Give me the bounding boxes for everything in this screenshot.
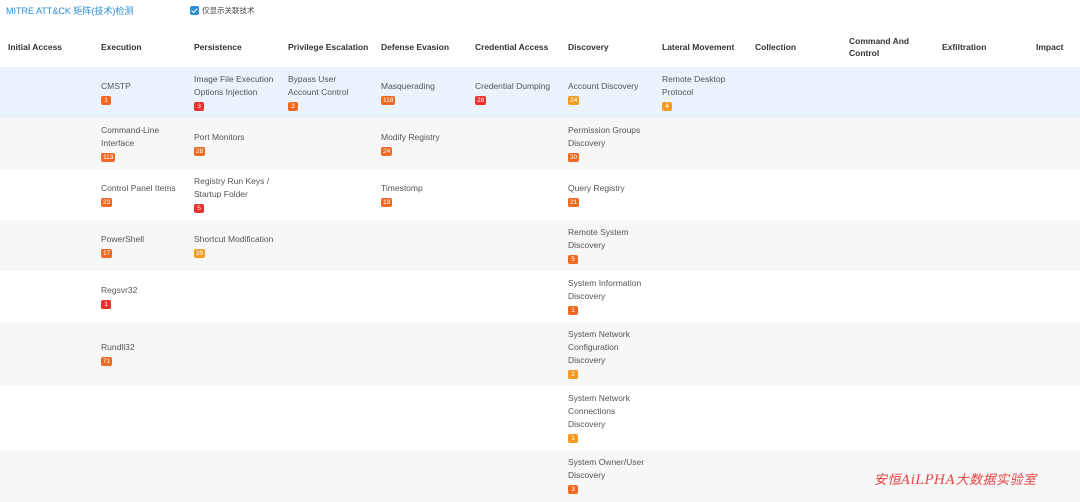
technique-name: Registry Run Keys / Startup Folder [194, 176, 270, 199]
technique-cell-cmstp[interactable]: CMSTP 1 [101, 80, 186, 106]
technique-cell-bypass-uac[interactable]: Bypass User Account Control 2 [288, 73, 358, 112]
technique-name: Regsvr32 [101, 285, 138, 295]
technique-name: Control Panel Items [101, 183, 176, 193]
technique-cell-port-monitors[interactable]: Port Monitors 28 [194, 131, 282, 157]
technique-cell-powershell[interactable]: PowerShell 17 [101, 233, 186, 259]
col-impact: Impact [1036, 42, 1064, 52]
col-exfiltration: Exfiltration [942, 42, 987, 52]
technique-count-badge: 17 [101, 249, 113, 258]
technique-name: Shortcut Modification [194, 234, 274, 244]
technique-cell-timestomp[interactable]: Timestomp 19 [381, 182, 469, 208]
top-bar: MITRE ATT&CK 矩阵(技术)检测 仅显示关联技术 [0, 0, 1080, 22]
technique-count-badge: 1 [568, 306, 578, 315]
technique-cell-system-network-configuration-discovery[interactable]: System Network Configuration Discovery 2 [568, 328, 640, 380]
checkbox-icon[interactable] [190, 6, 199, 15]
col-initial-access: Initial Access [8, 42, 63, 52]
show-related-label: 仅显示关联技术 [202, 6, 255, 15]
technique-name: System Network Configuration Discovery [568, 329, 630, 365]
technique-cell-image-file-execution-options-injection[interactable]: Image File Execution Options Injection 3 [194, 73, 282, 112]
technique-name: PowerShell [101, 234, 144, 244]
watermark: 安恒AiLPHA大数据实验室 [874, 473, 1037, 488]
technique-count-badge: 39 [194, 249, 206, 258]
technique-count-badge: 118 [381, 96, 396, 105]
technique-cell-command-line-interface[interactable]: Command-Line Interface 113 [101, 124, 186, 163]
technique-count-badge: 3 [568, 485, 578, 494]
technique-cell-control-panel-items[interactable]: Control Panel Items 23 [101, 182, 186, 208]
technique-count-badge: 1 [568, 434, 578, 443]
technique-name: Image File Execution Options Injection [194, 74, 274, 97]
technique-cell-account-discovery[interactable]: Account Discovery 24 [568, 80, 656, 106]
technique-count-badge: 113 [101, 153, 116, 162]
technique-cell-permission-groups-discovery[interactable]: Permission Groups Discovery 30 [568, 124, 650, 163]
matrix-header: Initial Access Execution Persistence Pri… [0, 28, 1080, 66]
technique-name: Remote Desktop Protocol [662, 74, 726, 97]
technique-count-badge: 5 [194, 204, 204, 213]
col-lateral-movement: Lateral Movement [662, 42, 735, 52]
col-defense-evasion: Defense Evasion [381, 42, 450, 52]
technique-name: System Owner/User Discovery [568, 457, 645, 480]
col-collection: Collection [755, 42, 797, 52]
technique-name: Credential Dumping [475, 81, 551, 91]
technique-cell-rundll32[interactable]: Rundll32 71 [101, 341, 186, 367]
show-related-toggle[interactable]: 仅显示关联技术 [190, 5, 255, 16]
technique-count-badge: 30 [568, 153, 580, 162]
technique-cell-query-registry[interactable]: Query Registry 21 [568, 182, 656, 208]
technique-count-badge: 1 [101, 300, 111, 309]
technique-name: Query Registry [568, 183, 625, 193]
technique-name: Timestomp [381, 183, 423, 193]
technique-count-badge: 3 [194, 102, 204, 111]
technique-name: Rundll32 [101, 342, 135, 352]
technique-name: Account Discovery [568, 81, 639, 91]
col-execution: Execution [101, 42, 142, 52]
technique-cell-system-information-discovery[interactable]: System Information Discovery 1 [568, 277, 650, 316]
technique-cell-regsvr32[interactable]: Regsvr32 1 [101, 284, 186, 310]
technique-count-badge: 2 [288, 102, 298, 111]
technique-count-badge: 23 [101, 198, 113, 207]
technique-name: Port Monitors [194, 132, 245, 142]
technique-count-badge: 28 [194, 147, 206, 156]
technique-count-badge: 21 [568, 198, 580, 207]
matrix-row [0, 386, 1080, 450]
col-discovery: Discovery [568, 42, 609, 52]
technique-count-badge: 1 [101, 96, 111, 105]
technique-count-badge: 4 [662, 102, 672, 111]
technique-count-badge: 71 [101, 357, 113, 366]
technique-name: CMSTP [101, 81, 131, 91]
technique-name: System Network Connections Discovery [568, 393, 630, 429]
technique-name: Masquerading [381, 81, 435, 91]
technique-name: System Information Discovery [568, 278, 642, 301]
matrix-title-link[interactable]: MITRE ATT&CK 矩阵(技术)检测 [6, 4, 133, 17]
technique-cell-masquerading[interactable]: Masquerading 118 [381, 80, 469, 106]
col-persistence: Persistence [194, 42, 242, 52]
technique-cell-registry-run-keys[interactable]: Registry Run Keys / Startup Folder 5 [194, 175, 282, 214]
col-privilege-escalation: Privilege Escalation [288, 42, 369, 52]
technique-name: Modify Registry [381, 132, 440, 142]
technique-cell-shortcut-modification[interactable]: Shortcut Modification 39 [194, 233, 282, 259]
col-credential-access: Credential Access [475, 42, 549, 52]
technique-name: Command-Line Interface [101, 125, 160, 148]
technique-name: Permission Groups Discovery [568, 125, 641, 148]
technique-name: Bypass User Account Control [288, 74, 349, 97]
technique-count-badge: 19 [381, 198, 393, 207]
technique-name: Remote System Discovery [568, 227, 629, 250]
technique-count-badge: 28 [475, 96, 487, 105]
technique-cell-remote-system-discovery[interactable]: Remote System Discovery 5 [568, 226, 638, 265]
technique-count-badge: 5 [568, 255, 578, 264]
technique-cell-system-owner-user-discovery[interactable]: System Owner/User Discovery 3 [568, 456, 652, 495]
technique-cell-system-network-connections-discovery[interactable]: System Network Connections Discovery 1 [568, 392, 640, 444]
technique-count-badge: 24 [381, 147, 393, 156]
col-command-and-control: Command And Control [849, 36, 910, 58]
technique-count-badge: 24 [568, 96, 580, 105]
technique-cell-modify-registry[interactable]: Modify Registry 24 [381, 131, 469, 157]
technique-cell-credential-dumping[interactable]: Credential Dumping 28 [475, 80, 563, 106]
technique-count-badge: 2 [568, 370, 578, 379]
technique-cell-remote-desktop-protocol[interactable]: Remote Desktop Protocol 4 [662, 73, 746, 112]
